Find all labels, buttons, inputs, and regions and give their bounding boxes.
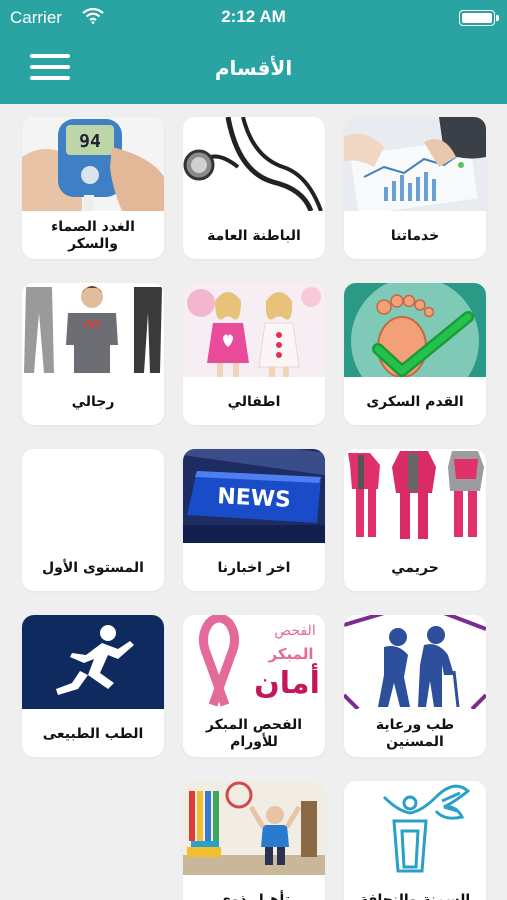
category-card-internal-medicine[interactable]: الباطنة العامة — [183, 117, 325, 259]
runner-image — [22, 615, 164, 709]
category-label: اطفالي — [227, 393, 281, 410]
charts-documents-image — [344, 117, 486, 211]
category-card-latest-news[interactable]: NEWS اخر اخبارنا — [183, 449, 325, 591]
glucose-meter-image: 94 — [22, 117, 164, 211]
foot-checkmark-image — [344, 283, 486, 377]
svg-text:الفحص: الفحص — [274, 623, 315, 639]
category-card-physiotherapy[interactable]: الطب الطبيعى — [22, 615, 164, 757]
status-bar: Carrier 2:12 AM — [0, 0, 507, 36]
blank-image — [22, 449, 164, 543]
svg-text:NEWS: NEWS — [217, 484, 292, 513]
elderly-couple-image — [344, 615, 486, 709]
category-label: الغدد الصماء والسكر — [51, 219, 135, 252]
body-waist-image — [344, 781, 486, 875]
mens-clothing-image — [22, 283, 164, 377]
category-label: الطب الطبيعى — [42, 725, 144, 742]
category-card-early-cancer-screening[interactable]: الفحص المبكر أمان الفحص المبكر للأورام — [183, 615, 325, 757]
news-key-image: NEWS — [183, 449, 325, 543]
status-time: 2:12 AM — [221, 7, 286, 26]
category-card-rehabilitation[interactable]: تأهيل ذوى — [183, 781, 325, 900]
category-label: الباطنة العامة — [207, 227, 301, 244]
category-label: رجالي — [71, 393, 115, 410]
category-label: المستوى الأول — [42, 559, 144, 576]
category-card-obesity-thinness[interactable]: السمنة والنحافة — [344, 781, 486, 900]
category-card-kids[interactable]: اطفالي — [183, 283, 325, 425]
page-title: الأقسام — [214, 56, 293, 80]
category-label: حريمي — [391, 559, 439, 576]
category-label: اخر اخبارنا — [217, 559, 291, 576]
category-label: خدماتنا — [390, 227, 440, 244]
svg-text:أمان: أمان — [254, 663, 320, 701]
category-card-diabetic-foot[interactable]: القدم السكرى — [344, 283, 486, 425]
category-label: السمنة والنحافة — [359, 891, 471, 900]
category-card-endocrine-diabetes[interactable]: 94 الغدد الصماء والسكر — [22, 117, 164, 259]
category-card-first-level[interactable]: المستوى الأول — [22, 449, 164, 591]
rehab-room-image — [183, 781, 325, 875]
category-card-men[interactable]: رجالي — [22, 283, 164, 425]
category-grid: خدماتنا الباطنة العامة 94 الغدد الصماء و… — [0, 104, 507, 900]
category-card-women[interactable]: حريمي — [344, 449, 486, 591]
children-image — [183, 283, 325, 377]
category-label: القدم السكرى — [366, 393, 464, 410]
category-label: الفحص المبكر للأورام — [205, 717, 303, 750]
stethoscope-image — [183, 117, 325, 211]
category-card-services[interactable]: خدماتنا — [344, 117, 486, 259]
pink-ribbon-image: الفحص المبكر أمان — [183, 615, 325, 709]
battery-icon — [459, 10, 499, 26]
category-label: طب ورعاية المسنين — [375, 717, 455, 750]
nav-bar: الأقسام — [0, 36, 507, 104]
svg-text:94: 94 — [79, 131, 101, 152]
category-card-elderly-care[interactable]: طب ورعاية المسنين — [344, 615, 486, 757]
category-label: تأهيل ذوى — [217, 891, 291, 900]
svg-text:المبكر: المبكر — [267, 645, 313, 663]
womens-clothing-image — [344, 449, 486, 543]
